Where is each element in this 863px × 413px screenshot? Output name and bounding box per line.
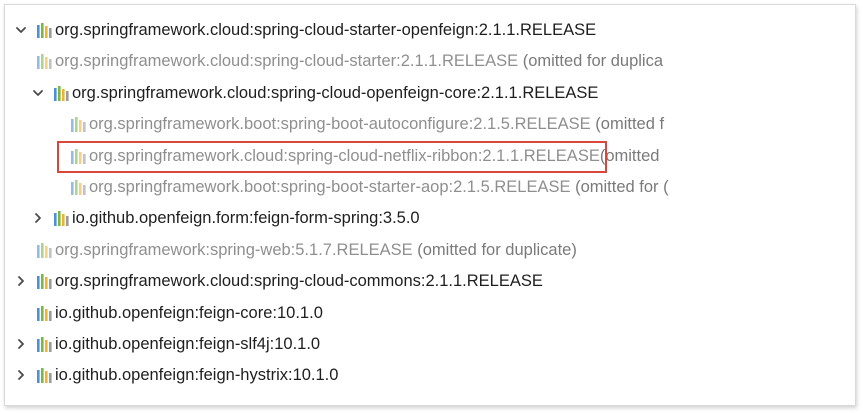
dependency-label: org.springframework.cloud:spring-cloud-n…	[89, 141, 659, 171]
library-icon	[36, 53, 54, 70]
dependency-label: org.springframework.boot:spring-boot-sta…	[89, 172, 669, 202]
tree-row[interactable]: org.springframework.boot:spring-boot-sta…	[5, 172, 855, 202]
library-icon	[70, 179, 88, 195]
dependency-coordinate: org.springframework.boot:spring-boot-sta…	[89, 178, 571, 196]
chevron-down-icon[interactable]	[13, 22, 29, 38]
dependency-label: org.springframework.boot:spring-boot-aut…	[89, 109, 664, 139]
dependency-coordinate: org.springframework.cloud:spring-cloud-n…	[89, 146, 600, 165]
chevron-down-icon[interactable]	[30, 85, 46, 101]
dependency-coordinate: io.github.openfeign:feign-hystrix:10.1.0	[55, 366, 339, 385]
dependency-coordinate: org.springframework.cloud:spring-cloud-c…	[55, 272, 543, 291]
tree-row[interactable]: org.springframework.boot:spring-boot-aut…	[5, 109, 855, 139]
omitted-note: (omitted for (	[570, 178, 669, 196]
library-icon	[53, 210, 71, 227]
dependency-coordinate: io.github.openfeign:feign-slf4j:10.1.0	[55, 335, 321, 353]
tree-row[interactable]: org.springframework:spring-web:5.1.7.REL…	[5, 235, 855, 265]
tree-row[interactable]: io.github.openfeign.form:feign-form-spri…	[5, 203, 855, 233]
library-icon	[70, 116, 88, 133]
chevron-right-icon[interactable]	[13, 367, 29, 383]
dependency-label: org.springframework.cloud:spring-cloud-o…	[72, 78, 598, 108]
tree-row[interactable]: org.springframework.cloud:spring-cloud-c…	[5, 266, 855, 296]
tree-row[interactable]: io.github.openfeign:feign-slf4j:10.1.0	[5, 329, 855, 359]
library-icon	[36, 242, 54, 258]
tree-row[interactable]: org.springframework.cloud:spring-cloud-o…	[5, 78, 855, 108]
dependency-label: io.github.openfeign:feign-slf4j:10.1.0	[55, 329, 320, 359]
omitted-note: (omitted for duplica	[518, 52, 664, 71]
dependency-coordinate: io.github.openfeign.form:feign-form-spri…	[72, 209, 420, 228]
dependency-label: org.springframework.cloud:spring-cloud-c…	[55, 266, 543, 296]
tree-row[interactable]: org.springframework.cloud:spring-cloud-n…	[5, 141, 855, 171]
omitted-note: (omitted for duplicate)	[412, 240, 577, 259]
tree-row[interactable]: io.github.openfeign:feign-core:10.1.0	[5, 298, 855, 328]
library-icon	[53, 85, 71, 101]
chevron-right-icon[interactable]	[30, 210, 46, 226]
dependency-label: io.github.openfeign:feign-core:10.1.0	[55, 298, 323, 328]
chevron-right-icon[interactable]	[13, 336, 29, 352]
dependency-label: org.springframework.cloud:spring-cloud-s…	[55, 15, 596, 45]
tree-row[interactable]: io.github.openfeign:feign-hystrix:10.1.0	[5, 360, 855, 390]
dependency-label: org.springframework:spring-web:5.1.7.REL…	[55, 235, 577, 265]
dependency-label: io.github.openfeign.form:feign-form-spri…	[72, 203, 420, 233]
dependency-tree-panel: org.springframework.cloud:spring-cloud-s…	[4, 4, 856, 406]
dependency-coordinate: org.springframework.cloud:spring-cloud-s…	[55, 21, 597, 39]
dependency-coordinate: org.springframework.cloud:spring-cloud-s…	[55, 52, 519, 71]
dependency-label: io.github.openfeign:feign-hystrix:10.1.0	[55, 360, 338, 390]
dependency-coordinate: org.springframework.boot:spring-boot-aut…	[89, 115, 591, 134]
omitted-note: (omitted f	[590, 115, 665, 134]
tree-row[interactable]: org.springframework.cloud:spring-cloud-s…	[5, 46, 855, 76]
dependency-coordinate: org.springframework.cloud:spring-cloud-o…	[72, 83, 599, 102]
library-icon	[36, 22, 54, 38]
library-icon	[36, 273, 54, 290]
dependency-label: org.springframework.cloud:spring-cloud-s…	[55, 46, 663, 76]
dependency-coordinate: org.springframework:spring-web:5.1.7.REL…	[55, 240, 413, 259]
tree-row[interactable]: org.springframework.cloud:spring-cloud-s…	[5, 15, 855, 45]
library-icon	[36, 305, 54, 321]
omitted-note: (omitted	[599, 146, 660, 165]
dependency-coordinate: io.github.openfeign:feign-core:10.1.0	[55, 303, 323, 322]
library-icon	[36, 367, 54, 384]
library-icon	[36, 336, 54, 352]
chevron-right-icon[interactable]	[13, 273, 29, 289]
library-icon	[70, 148, 88, 164]
